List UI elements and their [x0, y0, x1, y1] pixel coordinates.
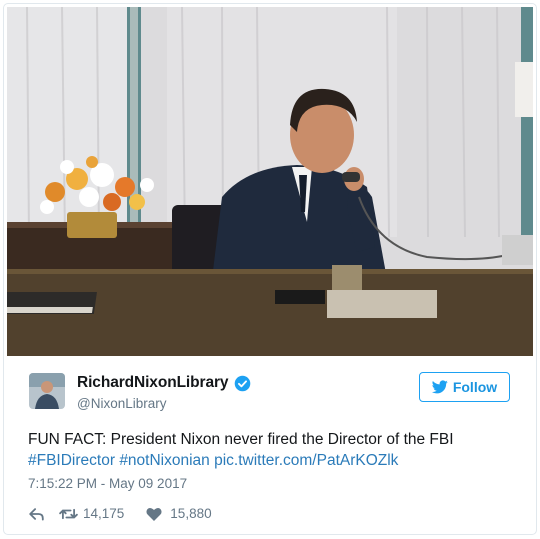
avatar-image	[29, 373, 65, 409]
heart-icon	[146, 507, 162, 521]
follow-button[interactable]: Follow	[419, 372, 510, 402]
tweet-card: RichardNixonLibrary @NixonLibrary Follow…	[3, 3, 537, 535]
hashtag-link[interactable]: #notNixonian	[119, 452, 209, 469]
tweet-text: FUN FACT: President Nixon never fired th…	[28, 429, 518, 471]
retweet-button[interactable]: 14,175	[59, 506, 124, 521]
display-name[interactable]: RichardNixonLibrary	[77, 374, 229, 392]
reply-button[interactable]	[28, 507, 45, 521]
user-handle[interactable]: @NixonLibrary	[77, 396, 166, 411]
hashtag-link[interactable]: #FBIDirector	[28, 452, 115, 469]
follow-label: Follow	[452, 379, 498, 395]
name-row[interactable]: RichardNixonLibrary	[77, 374, 251, 392]
verified-badge-icon	[235, 375, 251, 391]
tweet-links: #FBIDirector #notNixonian pic.twitter.co…	[28, 450, 518, 471]
reply-icon	[29, 507, 44, 521]
like-count: 15,880	[170, 506, 212, 521]
tweet-photo[interactable]	[7, 7, 533, 356]
like-button[interactable]: 15,880	[146, 506, 212, 521]
retweet-icon	[59, 508, 78, 519]
retweet-count: 14,175	[83, 506, 125, 521]
media-link[interactable]: pic.twitter.com/PatArKOZlk	[214, 452, 398, 469]
tweet-actions: 14,175 15,880	[28, 506, 212, 521]
timestamp[interactable]: 7:15:22 PM - May 09 2017	[28, 476, 187, 491]
twitter-bird-icon	[431, 380, 448, 394]
avatar[interactable]	[29, 373, 65, 409]
photo-illustration	[7, 7, 533, 356]
tweet-body: FUN FACT: President Nixon never fired th…	[28, 431, 454, 448]
